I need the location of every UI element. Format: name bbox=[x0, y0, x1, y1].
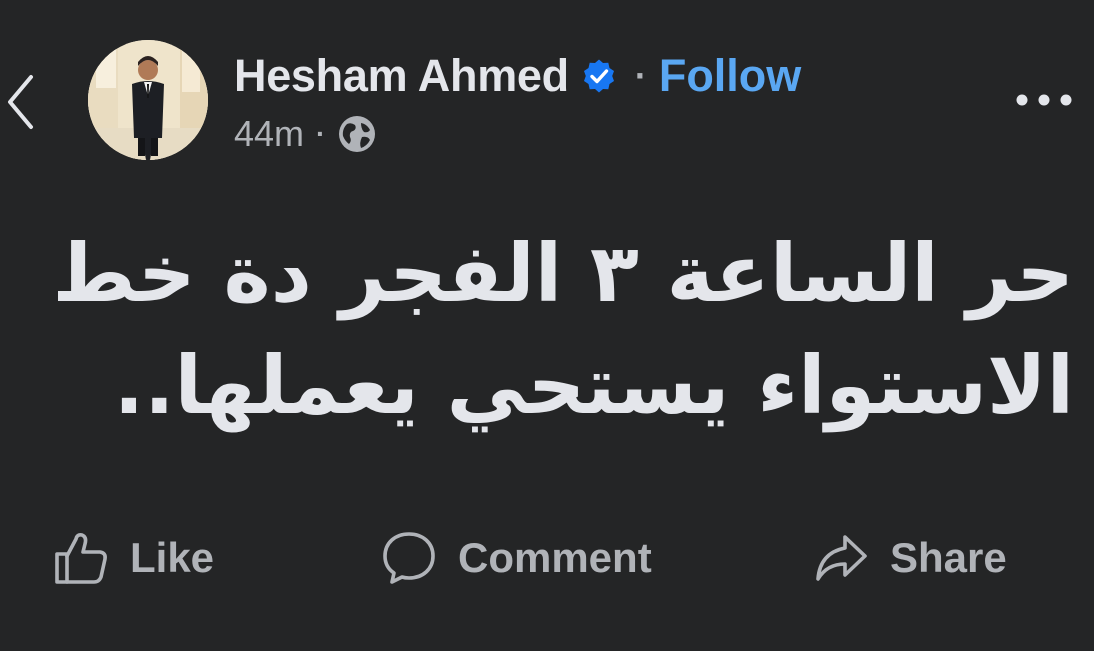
comment-label: Comment bbox=[458, 534, 652, 581]
author-line: Hesham Ahmed · Follow bbox=[234, 46, 801, 106]
post-text-line-1: حر الساعة ٣ الفجر دة خط bbox=[52, 227, 1074, 320]
chevron-left-icon bbox=[8, 75, 33, 129]
like-label: Like bbox=[130, 534, 215, 581]
share-button[interactable]: Share bbox=[812, 522, 1007, 594]
more-dots-icon bbox=[1016, 94, 1072, 106]
post-meta: 44m · bbox=[234, 110, 377, 158]
more-options-button[interactable] bbox=[1004, 78, 1084, 122]
globe-icon[interactable] bbox=[337, 114, 377, 154]
separator-dot: · bbox=[634, 55, 647, 96]
thumbs-up-icon bbox=[52, 529, 110, 587]
comment-button[interactable]: Comment bbox=[380, 522, 652, 594]
share-arrow-icon bbox=[812, 529, 870, 587]
author-name[interactable]: Hesham Ahmed bbox=[234, 50, 569, 102]
post-text-line-2: الاستواء يستحي يعملها.. bbox=[113, 339, 1074, 432]
follow-button[interactable]: Follow bbox=[659, 50, 801, 102]
post-actions: Like Comment Share bbox=[0, 522, 1094, 594]
comment-bubble-icon bbox=[380, 529, 438, 587]
timestamp[interactable]: 44m bbox=[234, 113, 304, 155]
back-button[interactable] bbox=[0, 66, 40, 138]
post-text: حر الساعة ٣ الفجر دة خط الاستواء يستحي ي… bbox=[40, 218, 1074, 442]
verified-badge-icon bbox=[581, 58, 617, 94]
avatar[interactable] bbox=[88, 40, 208, 160]
share-label: Share bbox=[890, 534, 1007, 581]
meta-separator-dot: · bbox=[316, 118, 326, 149]
like-button[interactable]: Like bbox=[52, 522, 214, 594]
avatar-photo bbox=[88, 40, 208, 160]
